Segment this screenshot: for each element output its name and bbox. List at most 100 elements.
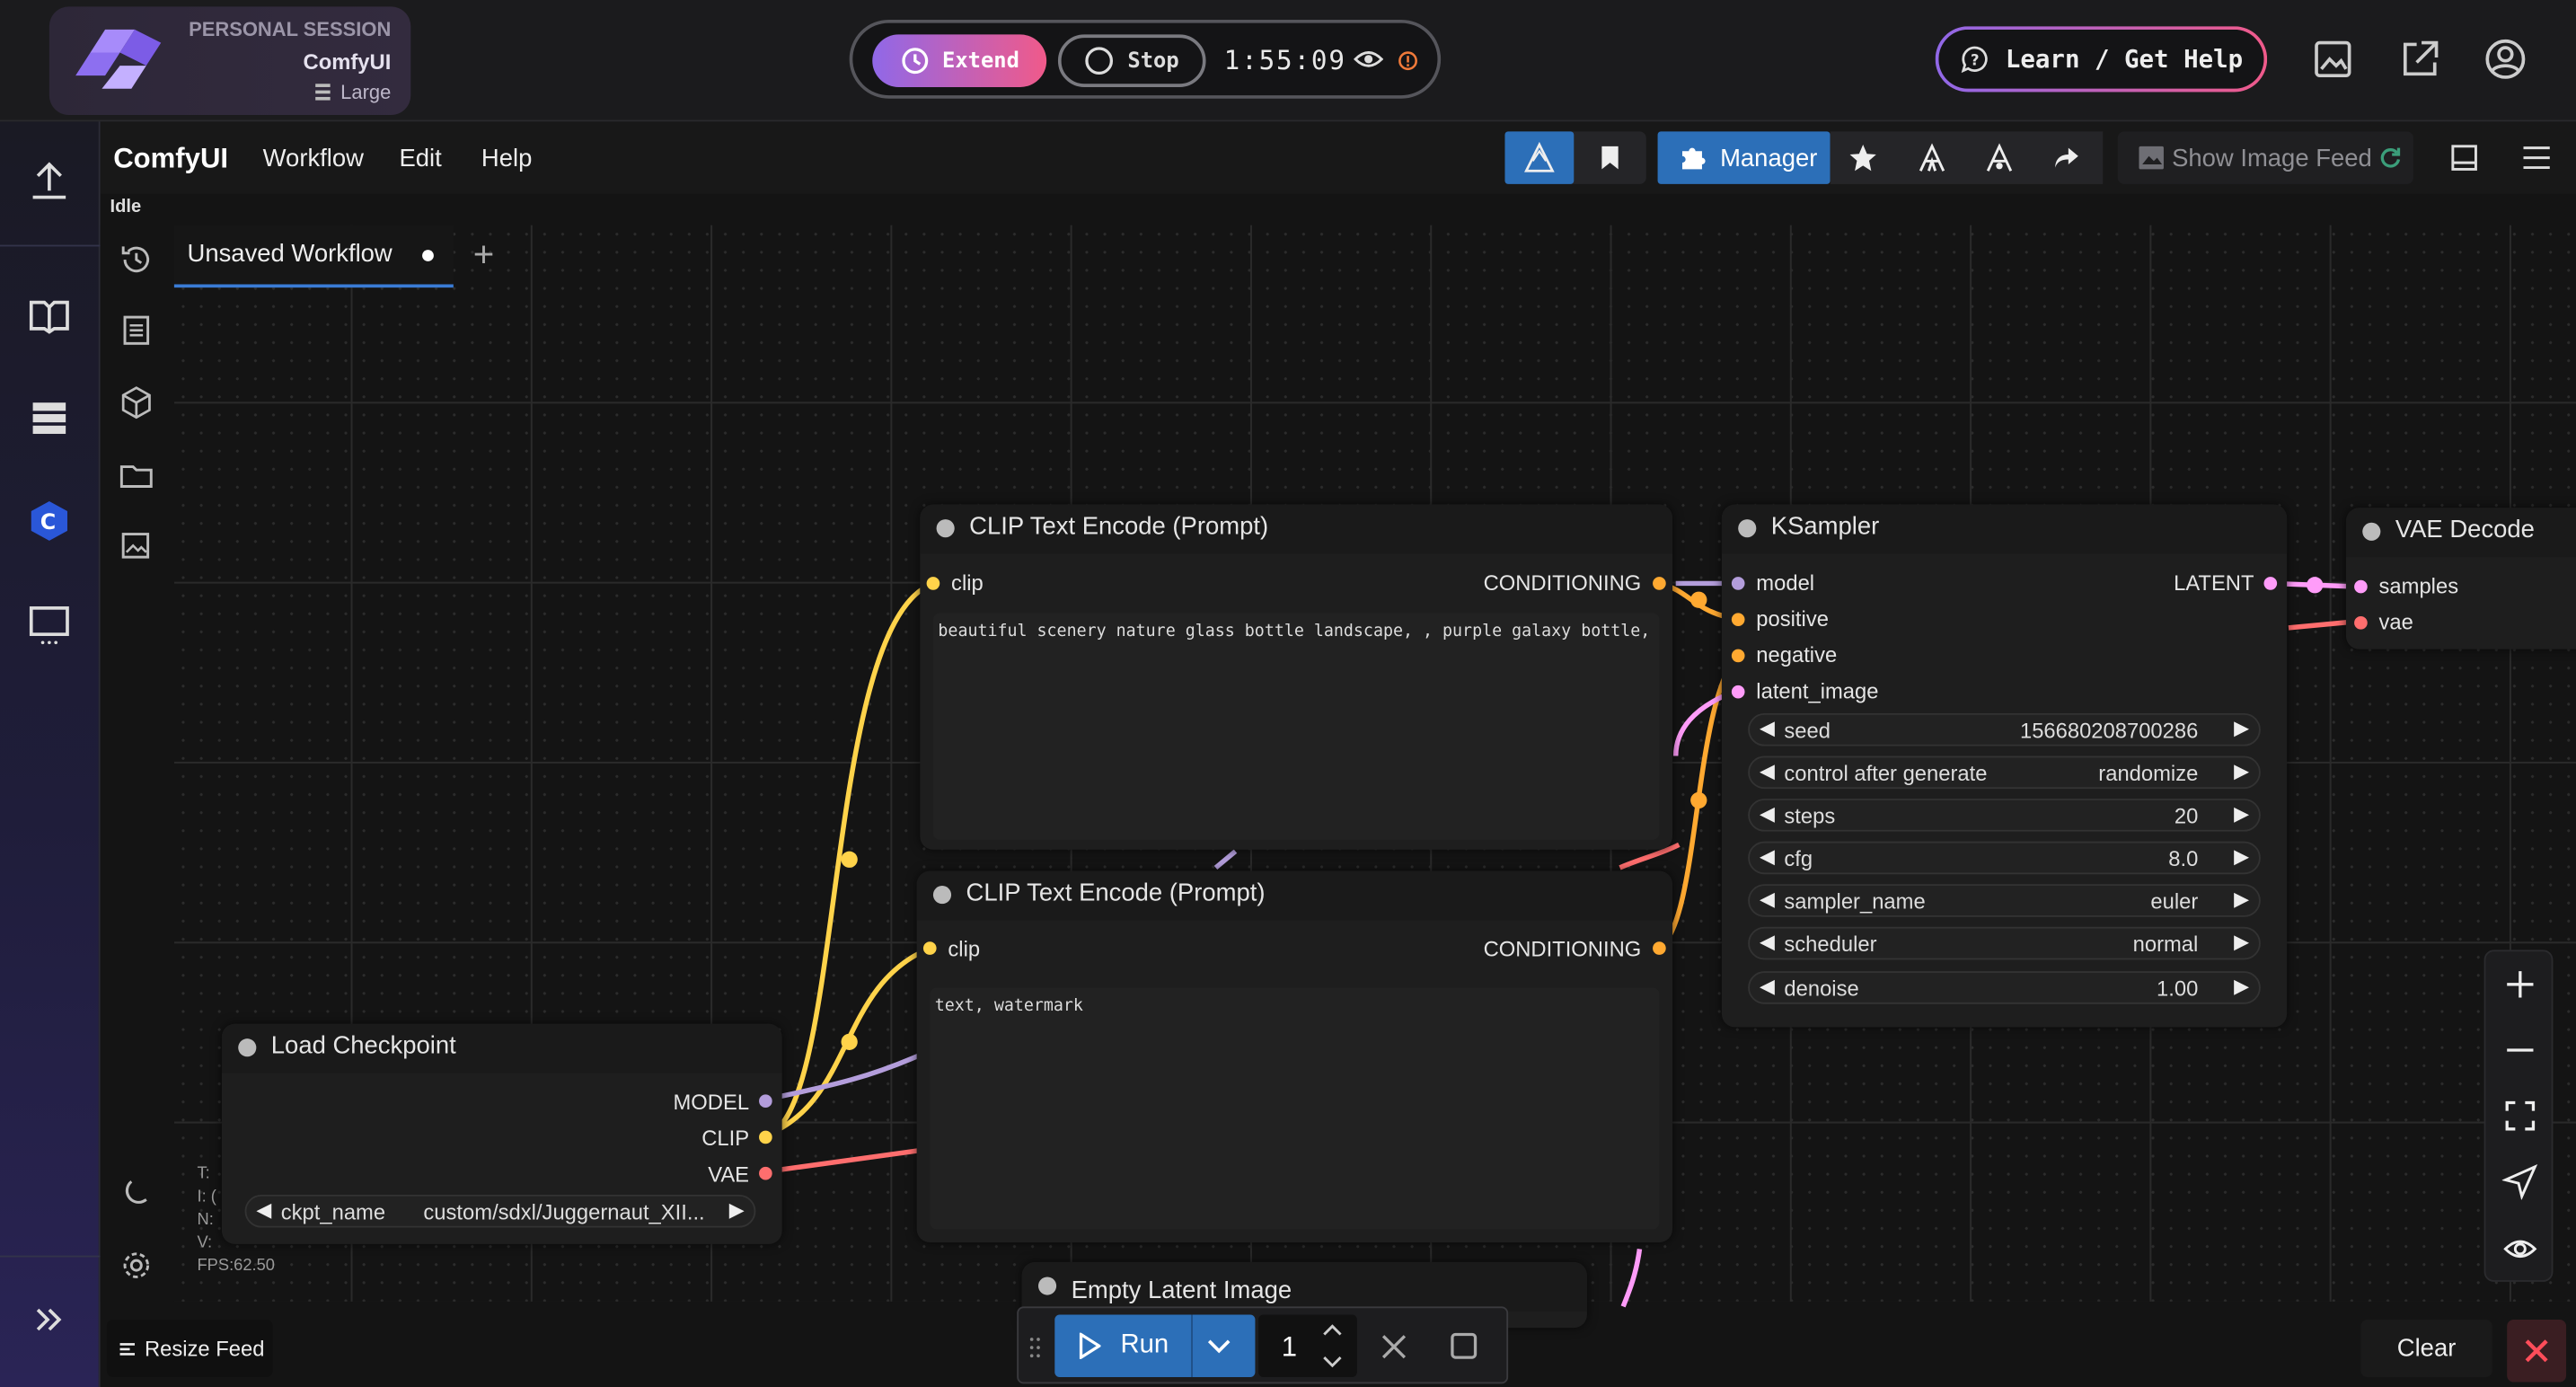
output-slot-dot-icon[interactable]	[1653, 577, 1666, 590]
chevron-down-small-icon[interactable]	[1321, 1354, 1345, 1370]
zoom-out-icon[interactable]	[2502, 1032, 2538, 1068]
cancel-x-icon[interactable]	[1380, 1333, 1407, 1361]
navigate-arrow-icon[interactable]	[2501, 1163, 2538, 1200]
node-vae-decode[interactable]: VAE Decode samples vae	[2345, 508, 2576, 649]
show-image-feed-button[interactable]: Show Image Feed	[2117, 131, 2413, 184]
info-warning-icon[interactable]	[1398, 51, 1418, 71]
extend-button[interactable]: Extend	[872, 34, 1047, 87]
crystools-icon[interactable]	[1523, 141, 1557, 174]
collapse-dot-icon[interactable]	[1738, 519, 1757, 538]
fit-view-icon[interactable]	[2502, 1098, 2538, 1134]
model-share-icon[interactable]	[1916, 141, 1949, 174]
book-icon[interactable]	[26, 293, 72, 339]
arrow-left-icon[interactable]: ◀	[1760, 844, 1775, 868]
star-icon[interactable]	[1848, 143, 1878, 172]
eye-icon[interactable]	[1354, 46, 1384, 72]
cube-model-icon[interactable]	[119, 384, 154, 420]
node-header[interactable]: KSampler	[1721, 504, 2288, 554]
input-slot-dot-icon[interactable]	[2354, 616, 2368, 630]
session-card[interactable]: PERSONAL SESSION ComfyUI Large	[49, 6, 411, 116]
output-slot-dot-icon[interactable]	[2263, 577, 2278, 590]
widget-seed[interactable]: ◀ seed 156680208700286 ▶	[1748, 712, 2261, 747]
input-slot-dot-icon[interactable]	[926, 577, 940, 590]
drag-handle-icon[interactable]	[1027, 1336, 1043, 1359]
node-header[interactable]: CLIP Text Encode (Prompt)	[916, 870, 1673, 921]
widget-control-after-generate[interactable]: ◀ control after generate randomize ▶	[1748, 755, 2261, 790]
close-feed-button[interactable]	[2507, 1320, 2567, 1383]
collapse-dot-icon[interactable]	[1037, 1277, 1057, 1295]
menu-workflow[interactable]: Workflow	[263, 145, 364, 172]
arrow-right-icon[interactable]: ▶	[2234, 802, 2249, 826]
user-account-icon[interactable]	[2483, 36, 2528, 82]
node-header[interactable]: CLIP Text Encode (Prompt)	[920, 504, 1673, 554]
folder-icon[interactable]	[119, 457, 154, 493]
expand-chevrons-icon[interactable]	[26, 1296, 72, 1342]
prompt-textarea[interactable]: text, watermark	[930, 987, 1660, 1230]
stop-square-icon[interactable]	[1449, 1331, 1478, 1361]
node-header[interactable]: Empty Latent Image	[1021, 1261, 1587, 1312]
comfy-c-icon[interactable]: C	[26, 498, 72, 543]
input-slot-dot-icon[interactable]	[2354, 579, 2368, 594]
visibility-eye-icon[interactable]	[2502, 1231, 2538, 1267]
learn-help-button[interactable]: ? Learn / Get Help	[1936, 26, 2267, 92]
share-arrow-icon[interactable]	[2052, 143, 2082, 172]
widget-scheduler[interactable]: ◀ scheduler normal ▶	[1748, 926, 2261, 960]
arrow-left-icon[interactable]: ◀	[1760, 717, 1775, 740]
model-share-alt-icon[interactable]	[1983, 141, 2016, 174]
collapse-dot-icon[interactable]	[2362, 522, 2381, 541]
arrow-right-icon[interactable]: ▶	[729, 1198, 745, 1222]
arrow-right-icon[interactable]: ▶	[2234, 930, 2249, 953]
manager-button[interactable]: Manager	[1657, 131, 1831, 184]
arrow-left-icon[interactable]: ◀	[1760, 930, 1775, 953]
arrow-right-icon[interactable]: ▶	[2234, 844, 2249, 868]
input-slot-dot-icon[interactable]	[1731, 577, 1745, 590]
input-slot-dot-icon[interactable]	[1731, 685, 1745, 699]
stop-button[interactable]: Stop	[1057, 34, 1206, 87]
collapse-dot-icon[interactable]	[936, 519, 955, 538]
output-slot-dot-icon[interactable]	[1653, 941, 1666, 955]
monitor-icon[interactable]	[26, 602, 72, 648]
panel-toggle-icon[interactable]	[2449, 143, 2479, 172]
upload-icon[interactable]	[26, 158, 72, 204]
input-slot-dot-icon[interactable]	[922, 941, 937, 955]
arrow-left-icon[interactable]: ◀	[1760, 802, 1775, 826]
collapse-dot-icon[interactable]	[238, 1038, 257, 1057]
tab-unsaved-workflow[interactable]: Unsaved Workflow	[173, 225, 454, 288]
menu-help[interactable]: Help	[481, 145, 532, 172]
arrow-right-icon[interactable]: ▶	[2234, 759, 2249, 782]
collapse-dot-icon[interactable]	[932, 886, 952, 905]
moon-theme-icon[interactable]	[119, 1175, 154, 1211]
queue-list-icon[interactable]	[119, 313, 154, 349]
widget-denoise[interactable]: ◀ denoise 1.00 ▶	[1748, 971, 2261, 1004]
images-icon[interactable]	[119, 527, 154, 563]
widget-steps[interactable]: ◀ steps 20 ▶	[1748, 799, 2261, 832]
node-clip-text-encode-positive[interactable]: CLIP Text Encode (Prompt) clip CONDITION…	[920, 504, 1673, 850]
arrow-right-icon[interactable]: ▶	[2234, 717, 2249, 740]
output-slot-dot-icon[interactable]	[759, 1130, 772, 1144]
node-clip-text-encode-negative[interactable]: CLIP Text Encode (Prompt) clip CONDITION…	[916, 870, 1673, 1243]
hamburger-menu-icon[interactable]	[2520, 143, 2554, 172]
storage-icon[interactable]	[26, 396, 72, 442]
widget-sampler-name[interactable]: ◀ sampler_name euler ▶	[1748, 884, 2261, 917]
output-slot-dot-icon[interactable]	[759, 1094, 772, 1109]
node-load-checkpoint[interactable]: Load Checkpoint MODEL CLIP VAE ◀ ckpt_nam…	[221, 1023, 782, 1244]
run-button[interactable]: Run	[1054, 1314, 1256, 1378]
arrow-left-icon[interactable]: ◀	[1760, 888, 1775, 911]
widget-ckpt-name[interactable]: ◀ ckpt_name custom/sdxl/Juggernaut_XII... ▶	[244, 1194, 756, 1228]
input-slot-dot-icon[interactable]	[1731, 649, 1745, 663]
bookmark-icon[interactable]	[1595, 143, 1625, 172]
input-slot-dot-icon[interactable]	[1731, 613, 1745, 627]
chevron-down-icon[interactable]	[1206, 1334, 1232, 1357]
clear-button[interactable]: Clear	[2360, 1320, 2492, 1378]
chevron-up-icon[interactable]	[1321, 1321, 1345, 1338]
node-header[interactable]: Load Checkpoint	[221, 1023, 782, 1073]
widget-cfg[interactable]: ◀ cfg 8.0 ▶	[1748, 841, 2261, 875]
external-link-icon[interactable]	[2397, 36, 2443, 82]
batch-count-stepper[interactable]: 1	[1258, 1314, 1357, 1378]
menu-edit[interactable]: Edit	[399, 145, 441, 172]
node-ksampler[interactable]: KSampler model positive negative latent_…	[1721, 504, 2288, 1028]
resize-feed-button[interactable]: Resize Feed	[106, 1320, 273, 1378]
arrow-right-icon[interactable]: ▶	[2234, 888, 2249, 911]
output-slot-dot-icon[interactable]	[759, 1166, 772, 1180]
arrow-left-icon[interactable]: ◀	[1760, 759, 1775, 782]
